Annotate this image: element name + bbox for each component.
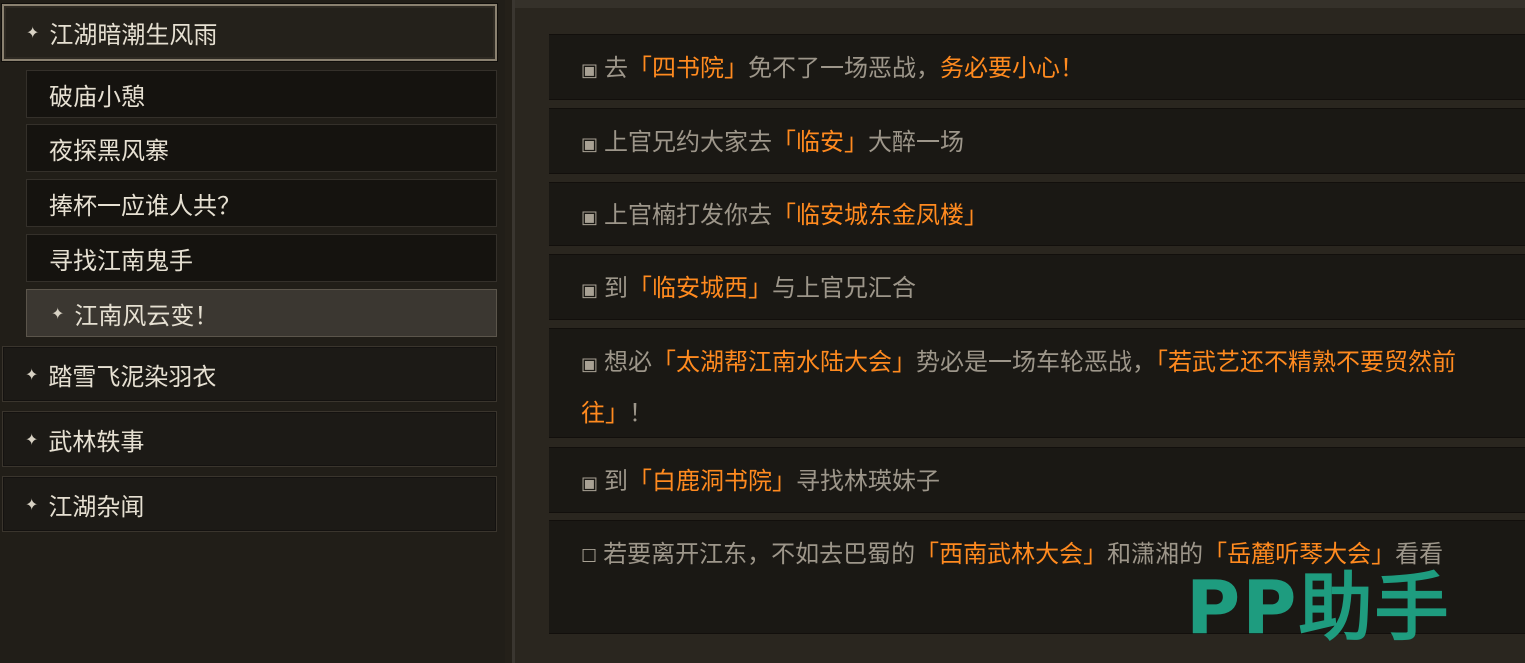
log-entry: ▣ 到「临安城西」与上官兄汇合 [549,254,1525,320]
chapter-label: 踏雪飞泥染羽衣 [48,362,217,391]
quest-label: 捧杯一应谁人共？ [49,191,241,220]
checked-box-icon: ▣ [581,207,599,228]
checked-box-icon: ▣ [581,473,599,494]
chapter-label: 江湖杂闻 [48,492,145,521]
entry-location: 「临安城东金凤楼」 [772,201,989,229]
plus-icon: ✦ [51,303,65,323]
plus-icon: ✦ [26,23,40,42]
panel-top-border [515,0,1525,8]
checked-box-icon: ▣ [581,354,599,375]
quest-label: 破庙小憩 [49,82,145,111]
entry-text: 寻找林瑛妹子 [796,467,941,495]
entry-location: 「临安城西」 [628,274,773,302]
quest-label: 江南风云变！ [74,301,219,330]
quest-item-pomiao[interactable]: 破庙小憩 [26,70,497,118]
entry-text: 看看 [1395,540,1444,568]
log-entry: ▣ 上官楠打发你去「临安城东金凤楼」 [549,182,1525,246]
entry-location: 「太湖帮江南水陆大会」 [652,348,917,376]
entry-text: ！ [629,399,653,427]
game-quest-log: ✦ 江湖暗潮生风雨 破庙小憩 夜探黑风寨 捧杯一应谁人共？ 寻找江南鬼手 ✦ 江… [0,0,1525,663]
entry-text: 大醉一场 [868,128,965,156]
quest-label: 寻找江南鬼手 [49,246,193,275]
entry-text: 和潇湘的 [1107,540,1204,568]
log-entry: ▣ 到「白鹿洞书院」寻找林瑛妹子 [549,447,1525,513]
chapter-jianghu-zawen[interactable]: ✦ 江湖杂闻 [2,476,497,532]
quest-item-jiangnan-selected[interactable]: ✦ 江南风云变！ [26,289,497,337]
chapter-label: 江湖暗潮生风雨 [49,21,218,49]
log-entry: ☐ 若要离开江东，不如去巴蜀的「西南武林大会」和潇湘的「岳麓听琴大会」看看 [549,520,1525,634]
entry-location: 「西南武林大会」 [915,540,1108,568]
entry-location: 「白鹿洞书院」 [628,467,797,495]
entry-text: 免不了一场恶战， [748,54,941,82]
quest-label: 夜探黑风寨 [49,136,169,165]
chapter-taxue[interactable]: ✦ 踏雪飞泥染羽衣 [2,346,497,402]
entry-location: 「岳麓听琴大会」 [1203,540,1396,568]
checked-box-icon: ▣ [581,60,599,81]
chapter-wulin-yishi[interactable]: ✦ 武林轶事 [2,411,497,467]
entry-warning: 务必要小心！ [940,54,1085,82]
quest-item-xunzhao[interactable]: 寻找江南鬼手 [26,234,497,282]
entry-text: 若要离开江东，不如去巴蜀的 [603,540,916,568]
chapter-jianghu-anchao[interactable]: ✦ 江湖暗潮生风雨 [2,4,497,61]
entry-text: 想必 [604,348,653,376]
entry-text: 与上官兄汇合 [772,274,917,302]
quest-tree: ✦ 江湖暗潮生风雨 破庙小憩 夜探黑风寨 捧杯一应谁人共？ 寻找江南鬼手 ✦ 江… [0,0,505,663]
entry-text: 势必是一场车轮恶战， [916,348,1157,376]
entry-text: 到 [604,274,629,302]
empty-box-icon: ☐ [581,546,598,567]
entry-location: 「临安」 [772,128,869,156]
plus-icon: ✦ [25,494,39,514]
quest-detail-panel: ▣ 去「四书院」免不了一场恶战，务必要小心！ ▣ 上官兄约大家去「临安」大醉一场 ▣… [515,0,1525,663]
quest-item-yetan[interactable]: 夜探黑风寨 [26,124,497,172]
quest-item-pengbei[interactable]: 捧杯一应谁人共？ [26,179,497,227]
log-entry: ▣ 上官兄约大家去「临安」大醉一场 [549,108,1525,174]
checked-box-icon: ▣ [581,280,599,301]
plus-icon: ✦ [25,429,39,449]
entry-text: 上官兄约大家去 [604,128,773,156]
entry-text: 上官楠打发你去 [604,201,773,229]
log-entry: ▣ 去「四书院」免不了一场恶战，务必要小心！ [549,34,1525,100]
entry-text: 到 [604,467,629,495]
log-entry: ▣ 想必「太湖帮江南水陆大会」势必是一场车轮恶战，「若武艺还不精熟不要贸然前往」！ [549,328,1525,438]
entry-location: 「四书院」 [628,54,749,82]
chapter-label: 武林轶事 [48,427,145,456]
checked-box-icon: ▣ [581,134,599,155]
plus-icon: ✦ [25,364,39,384]
entry-text: 去 [604,54,629,82]
